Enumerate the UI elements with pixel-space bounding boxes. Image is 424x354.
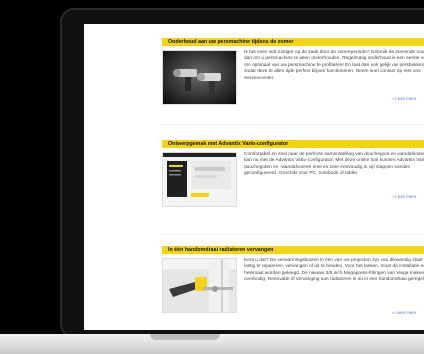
press-machine-image[interactable] xyxy=(162,50,237,105)
article-title: In één handomdraai radiatoren vervangen xyxy=(168,247,274,253)
article-header-bar: Ontwerpgemak met Advantix Vario-configur… xyxy=(162,140,424,148)
laptop-base-notch xyxy=(150,334,220,340)
article-body: Kent u dat? De verwarmingsbuizen in één … xyxy=(244,258,424,283)
article-title: Onderhoud aan uw persmachine tijdens de … xyxy=(168,39,294,45)
read-more-link[interactable]: Lees meer xyxy=(392,310,416,315)
article-body: Comfortabel en snel naar de perfecte sam… xyxy=(244,152,424,177)
read-more-link[interactable]: Lees meer xyxy=(392,96,416,101)
article-header-bar: Onderhoud aan uw persmachine tijdens de … xyxy=(162,38,424,46)
radiator-pipe-image[interactable] xyxy=(162,258,237,313)
article-header-bar: In één handomdraai radiatoren vervangen xyxy=(162,246,424,254)
article-persmachine: Onderhoud aan uw persmachine tijdens de … xyxy=(162,38,424,105)
article-title: Ontwerpgemak met Advantix Vario-configur… xyxy=(168,141,289,147)
laptop-screen: Onderhoud aan uw persmachine tijdens de … xyxy=(84,24,424,330)
article-radiatoren: In één handomdraai radiatoren vervangen … xyxy=(162,246,424,315)
article-body: Is het even wat rustiger op de zaak door… xyxy=(244,50,424,81)
configurator-screenshot-image[interactable] xyxy=(162,152,237,207)
section-divider xyxy=(162,234,424,235)
article-advantix: Ontwerpgemak met Advantix Vario-configur… xyxy=(162,140,424,207)
section-divider xyxy=(162,124,424,125)
read-more-link[interactable]: Lees meer xyxy=(392,194,416,199)
